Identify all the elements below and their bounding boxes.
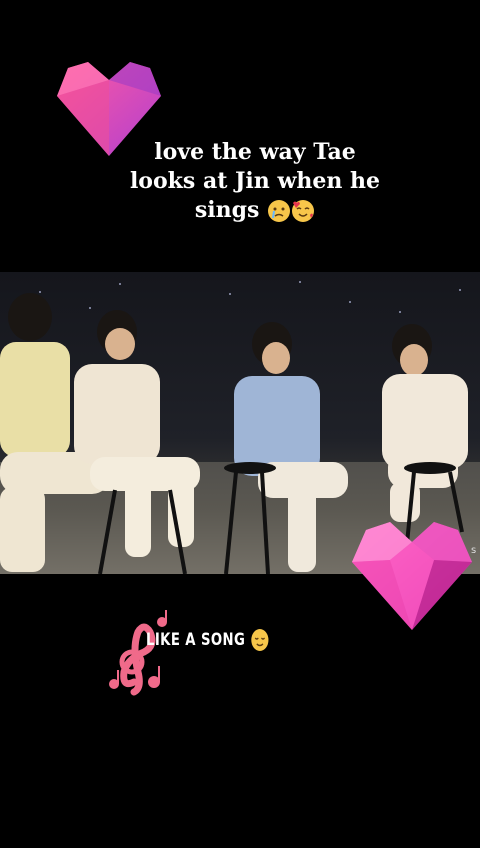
gem-heart-icon bbox=[352, 522, 472, 630]
sticker-text: LIKE A SONG bbox=[146, 628, 269, 652]
caption-line-2: looks at Jin when he bbox=[129, 168, 381, 194]
smiling-face-with-hearts-icon bbox=[292, 200, 315, 222]
caption-line-1: love the way Tae bbox=[154, 139, 356, 165]
caption-text: love the way Tae looks at Jin when he si… bbox=[90, 138, 420, 225]
caption-line-3: sings bbox=[90, 196, 420, 225]
relieved-face-icon bbox=[251, 629, 269, 651]
edge-letter: s bbox=[471, 545, 477, 556]
crying-face-icon bbox=[268, 200, 291, 222]
